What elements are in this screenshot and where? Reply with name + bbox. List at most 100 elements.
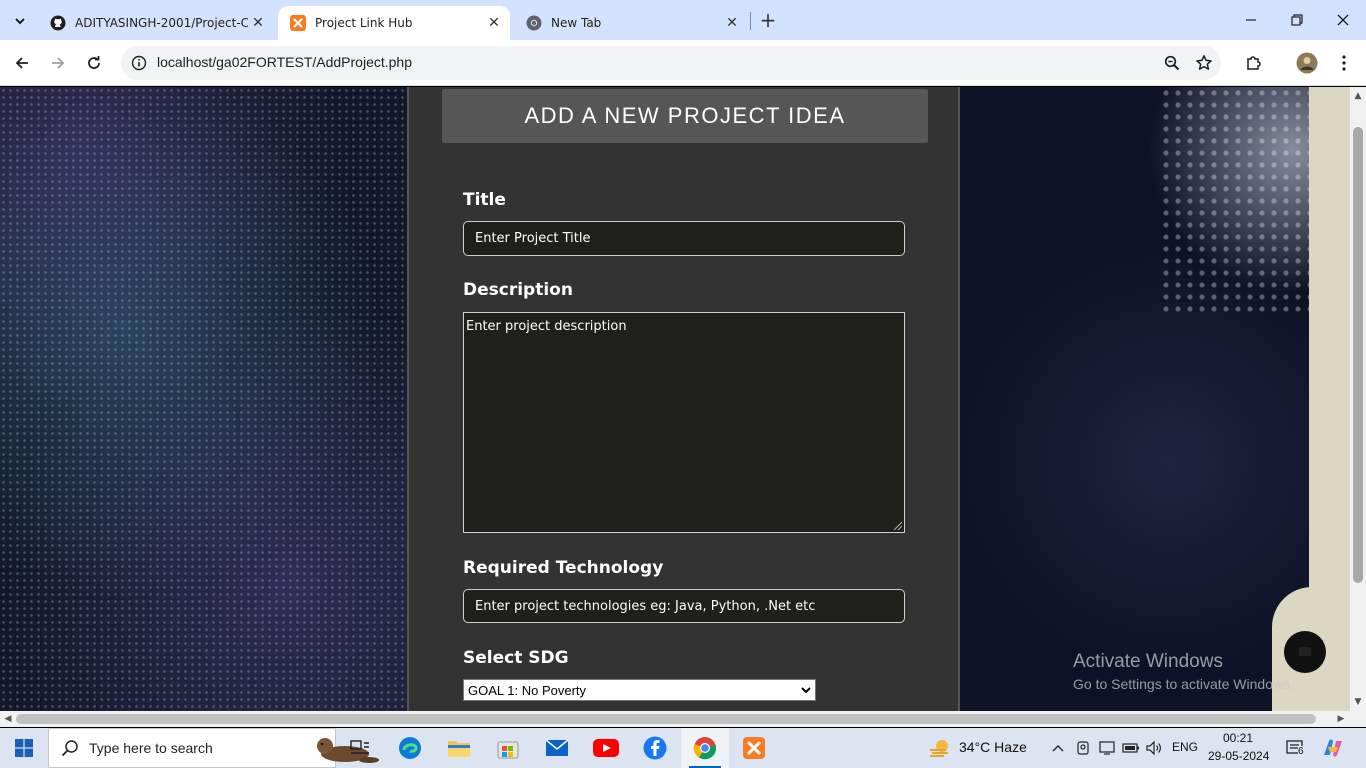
- menu-button[interactable]: [1330, 49, 1358, 77]
- scroll-right-icon[interactable]: ▶: [1334, 712, 1348, 726]
- facebook-icon: [643, 736, 667, 760]
- kebab-menu-icon: [1342, 55, 1346, 71]
- mail-icon: [545, 739, 569, 756]
- close-window-button[interactable]: [1320, 0, 1366, 40]
- url-text: localhost/ga02FORTEST/AddProject.php: [157, 54, 412, 70]
- chevron-down-icon: [15, 18, 25, 25]
- puzzle-icon: [1247, 56, 1261, 70]
- show-hidden-icons-icon[interactable]: [1048, 738, 1068, 758]
- horizontal-scroll-thumb[interactable]: [16, 714, 1316, 724]
- youtube-app[interactable]: [582, 728, 630, 768]
- task-view-button[interactable]: [336, 728, 384, 768]
- tab-title: ADITYASINGH-2001/Project-Ca: [75, 16, 248, 30]
- copilot-icon[interactable]: [1320, 738, 1346, 758]
- facebook-app[interactable]: [631, 728, 679, 768]
- scroll-left-icon[interactable]: ◀: [1, 712, 15, 726]
- sdg-select[interactable]: GOAL 1: No Poverty: [463, 679, 816, 701]
- new-tab-button[interactable]: +: [756, 8, 780, 32]
- activate-windows-title: Activate Windows: [1073, 651, 1223, 672]
- sdg-selected-value: GOAL 1: No Poverty: [468, 682, 587, 698]
- page-viewport: ADD A NEW PROJECT IDEA Title Enter Proje…: [0, 87, 1350, 711]
- tab-separator: [750, 12, 751, 30]
- chat-button[interactable]: [1284, 631, 1326, 673]
- task-view-icon: [350, 740, 369, 754]
- description-placeholder: Enter project description: [466, 319, 627, 334]
- restore-button[interactable]: [1274, 0, 1320, 40]
- close-icon: [1337, 14, 1349, 26]
- description-textarea[interactable]: Enter project description: [463, 312, 905, 533]
- weather-icon[interactable]: [928, 738, 952, 758]
- tab-project-link-hub[interactable]: Project Link Hub ✕: [278, 6, 510, 40]
- xampp-icon: [290, 15, 306, 31]
- arrow-right-icon: [52, 57, 65, 69]
- edge-icon: [399, 737, 421, 759]
- page-title: ADD A NEW PROJECT IDEA: [524, 103, 846, 128]
- xampp-app[interactable]: [730, 728, 778, 768]
- technology-input-placeholder: Enter project technologies eg: Java, Pyt…: [475, 598, 816, 614]
- restore-icon: [1291, 14, 1303, 26]
- avatar-icon: [1296, 52, 1318, 74]
- chrome-app[interactable]: [681, 728, 729, 768]
- description-label: Description: [463, 280, 573, 300]
- tab-new-tab[interactable]: New Tab ✕: [514, 6, 748, 40]
- zoom-button[interactable]: [1158, 49, 1186, 77]
- close-tab-icon[interactable]: ✕: [484, 13, 504, 33]
- github-icon: [50, 15, 66, 31]
- reload-button[interactable]: [80, 49, 108, 77]
- windows-taskbar: Type here to search 34°C Haze ENG 00:21 …: [0, 728, 1366, 768]
- taskbar-search-box[interactable]: Type here to search: [48, 728, 379, 768]
- tab-github[interactable]: ADITYASINGH-2001/Project-Ca ✕: [38, 6, 274, 40]
- search-icon: [61, 740, 78, 757]
- camera-app-icon[interactable]: [1073, 738, 1093, 758]
- language-indicator[interactable]: ENG: [1172, 740, 1198, 754]
- chat-icon: [1299, 647, 1311, 656]
- file-explorer-app[interactable]: [435, 728, 483, 768]
- vertical-scroll-thumb[interactable]: [1353, 127, 1363, 583]
- microsoft-store-app[interactable]: [484, 728, 532, 768]
- edge-app[interactable]: [386, 728, 434, 768]
- xampp-icon: [743, 737, 765, 759]
- start-button[interactable]: [0, 728, 48, 768]
- weather-text[interactable]: 34°C Haze: [959, 739, 1027, 755]
- background-image-right: [960, 87, 1310, 711]
- store-icon: [497, 741, 519, 759]
- profile-avatar[interactable]: [1293, 49, 1321, 77]
- close-tab-icon[interactable]: ✕: [722, 13, 742, 33]
- title-label: Title: [463, 190, 506, 210]
- mail-app[interactable]: [533, 728, 581, 768]
- tab-search-button[interactable]: [6, 7, 34, 35]
- site-info-icon[interactable]: [129, 53, 149, 73]
- chrome-icon: [526, 15, 542, 31]
- taskbar-search-placeholder: Type here to search: [89, 740, 213, 756]
- youtube-icon: [593, 739, 619, 757]
- title-input[interactable]: Enter Project Title: [463, 221, 905, 256]
- forward-button[interactable]: [44, 49, 72, 77]
- chevron-down-icon: [801, 687, 811, 694]
- vertical-scrollbar[interactable]: ▲ ▼: [1350, 87, 1366, 711]
- address-bar[interactable]: localhost/ga02FORTEST/AddProject.php: [121, 46, 1221, 80]
- folder-icon: [448, 741, 470, 757]
- close-tab-icon[interactable]: ✕: [248, 13, 268, 33]
- back-button[interactable]: [8, 49, 36, 77]
- clock-date[interactable]: 29-05-2024: [1208, 749, 1269, 763]
- horizontal-scrollbar[interactable]: ◀ ▶: [0, 711, 1366, 727]
- scroll-down-icon[interactable]: ▼: [1351, 695, 1365, 709]
- windows-logo-icon: [15, 739, 33, 757]
- technology-input[interactable]: Enter project technologies eg: Java, Pyt…: [463, 589, 905, 623]
- scroll-up-icon[interactable]: ▲: [1351, 89, 1365, 103]
- extensions-button[interactable]: [1240, 49, 1268, 77]
- minimize-icon: [1246, 19, 1256, 21]
- resize-handle[interactable]: [894, 522, 902, 530]
- bookmark-button[interactable]: [1190, 49, 1218, 77]
- display-icon[interactable]: [1097, 738, 1117, 758]
- star-icon: [1196, 55, 1212, 70]
- add-project-panel: ADD A NEW PROJECT IDEA Title Enter Proje…: [407, 87, 960, 711]
- chrome-icon: [693, 737, 717, 760]
- clock-time[interactable]: 00:21: [1223, 731, 1253, 745]
- activate-windows-subtitle: Go to Settings to activate Windows.: [1073, 676, 1294, 692]
- battery-icon[interactable]: [1121, 738, 1141, 758]
- tab-title: Project Link Hub: [315, 16, 413, 30]
- background-image-left: [0, 87, 410, 711]
- volume-icon[interactable]: [1144, 738, 1164, 758]
- minimize-button[interactable]: [1228, 0, 1274, 40]
